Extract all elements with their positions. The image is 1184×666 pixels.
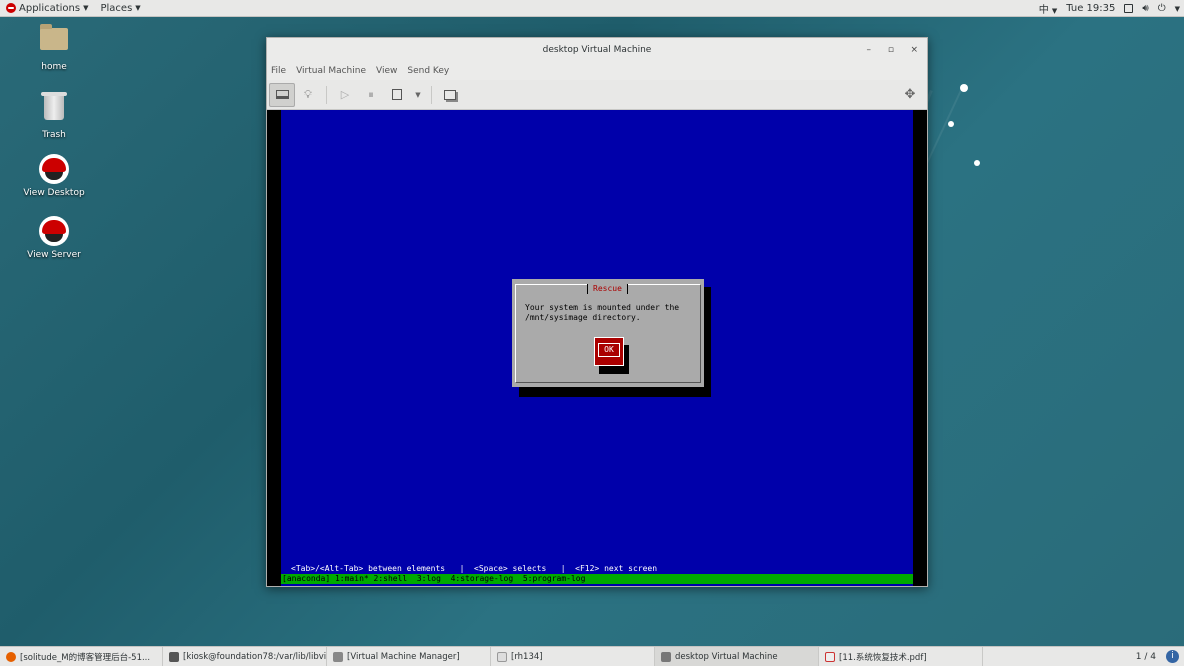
menu-send-key[interactable]: Send Key: [407, 66, 449, 76]
minimize-button[interactable]: –: [867, 38, 872, 62]
terminal-icon: [169, 652, 179, 662]
pause-button[interactable]: ⏸︎: [358, 83, 384, 107]
window-title: desktop Virtual Machine: [542, 45, 652, 55]
show-console-button[interactable]: [269, 82, 295, 107]
taskbar-item-label: [kiosk@foundation78:/var/lib/libvi...: [183, 652, 327, 662]
top-panel: Applications ▼ Places ▼ 中 ▼ Tue 19:35 🔊︎…: [0, 0, 1184, 17]
lightbulb-icon: 💡︎: [304, 87, 312, 101]
shutdown-button[interactable]: [384, 83, 410, 107]
volume-icon[interactable]: 🔊︎: [1142, 3, 1148, 14]
taskbar-item-label: desktop Virtual Machine: [675, 652, 778, 662]
background-glow-dot: [974, 160, 980, 166]
desktop-icon-trash[interactable]: Trash: [14, 92, 94, 140]
vm-window: desktop Virtual Machine – ▫ × File Virtu…: [266, 37, 928, 587]
places-label: Places: [100, 2, 133, 14]
dialog-title: Rescue: [587, 284, 628, 294]
fullscreen-arrows-icon: ✥: [904, 87, 916, 102]
clock[interactable]: Tue 19:35: [1066, 3, 1115, 14]
taskbar-item-label: [11.系统恢复技术.pdf]: [839, 653, 927, 663]
taskbar-item-label: [Virtual Machine Manager]: [347, 652, 460, 662]
maximize-button[interactable]: ▫: [888, 38, 894, 62]
vm-toolbar: 💡︎ ▷ ⏸︎ ▼ ✥: [267, 80, 927, 110]
taskbar-item-terminal[interactable]: [kiosk@foundation78:/var/lib/libvi...: [163, 647, 327, 666]
dialog-frame: Rescue Your system is mounted under the …: [515, 284, 701, 383]
desktop-icon-label: Trash: [42, 130, 66, 140]
taskbar-item-label: [rh134]: [511, 652, 543, 662]
run-button[interactable]: ▷: [332, 83, 358, 107]
desktop-icon-view-desktop[interactable]: View Desktop: [14, 154, 94, 198]
notification-icon[interactable]: i: [1166, 650, 1179, 663]
applications-label: Applications: [19, 2, 81, 14]
redhat-logo-icon: [39, 216, 69, 246]
taskbar-item-pdf[interactable]: [11.系统恢复技术.pdf]: [819, 647, 983, 666]
console-status-bar: [anaconda] 1:main* 2:shell 3:log 4:stora…: [281, 574, 913, 584]
background-glow-dot: [960, 84, 968, 92]
taskbar-item-vm-manager[interactable]: [Virtual Machine Manager]: [327, 647, 491, 666]
virt-manager-icon: [333, 652, 343, 662]
taskbar-item-firefox[interactable]: [solitude_M的博客管理后台-51...: [0, 647, 163, 666]
menu-file[interactable]: File: [271, 66, 286, 76]
menu-virtual-machine[interactable]: Virtual Machine: [296, 66, 366, 76]
power-icon[interactable]: ⏻: [1158, 3, 1166, 14]
vm-titlebar[interactable]: desktop Virtual Machine – ▫ ×: [267, 38, 927, 62]
window-icon[interactable]: [1124, 4, 1134, 13]
taskbar-item-label: [solitude_M的博客管理后台-51...: [20, 653, 151, 663]
shutdown-dropdown-button[interactable]: ▼: [410, 83, 426, 107]
chevron-down-icon: ▼: [415, 90, 421, 99]
chevron-down-icon[interactable]: ▼: [1175, 5, 1180, 13]
taskbar-item-rh134[interactable]: [rh134]: [491, 647, 655, 666]
snapshot-icon: [444, 89, 456, 100]
trash-icon: [41, 92, 67, 120]
monitor-icon: [275, 90, 289, 99]
fullscreen-button[interactable]: ✥: [897, 83, 923, 107]
anaconda-console: Rescue Your system is mounted under the …: [281, 110, 913, 586]
desktop-icon-view-server[interactable]: View Server: [14, 216, 94, 260]
workspace-indicator[interactable]: 1 / 4: [1136, 647, 1156, 666]
background-glow-dot: [948, 121, 954, 127]
vm-menubar: File Virtual Machine View Send Key: [267, 62, 927, 80]
desktop-icon-home[interactable]: home: [14, 24, 94, 72]
applications-menu[interactable]: Applications ▼: [0, 0, 94, 17]
places-menu[interactable]: Places ▼: [94, 0, 146, 17]
pdf-icon: [825, 652, 835, 662]
console-help-line: <Tab>/<Alt-Tab> between elements | <Spac…: [291, 564, 658, 573]
toolbar-separator: [431, 85, 432, 104]
home-folder-icon: [40, 24, 68, 50]
ok-button-label: OK: [598, 343, 620, 357]
redhat-icon: [6, 3, 16, 13]
redhat-logo-icon: [39, 154, 69, 184]
snapshots-button[interactable]: [437, 83, 463, 107]
power-icon: [392, 89, 402, 100]
virt-manager-icon: [661, 652, 671, 662]
chevron-down-icon: ▼: [135, 4, 141, 12]
pause-icon: ⏸︎: [368, 87, 374, 101]
toolbar-separator: [326, 85, 327, 104]
desktop-icon-label: home: [41, 62, 67, 72]
ok-button[interactable]: OK: [594, 337, 624, 366]
show-details-button[interactable]: 💡︎: [295, 83, 321, 107]
desktop-icon-label: View Server: [27, 250, 81, 260]
chevron-down-icon: ▼: [1051, 7, 1058, 15]
input-method-indicator[interactable]: 中 ▼: [1039, 1, 1058, 16]
document-icon: [497, 652, 507, 662]
vm-console-display[interactable]: Rescue Your system is mounted under the …: [267, 110, 927, 586]
desktop-icon-label: View Desktop: [23, 188, 85, 198]
chevron-down-icon: ▼: [83, 4, 89, 12]
menu-view[interactable]: View: [376, 66, 397, 76]
taskbar-item-desktop-vm[interactable]: desktop Virtual Machine: [655, 647, 819, 666]
firefox-icon: [6, 652, 16, 662]
dialog-message: Your system is mounted under the /mnt/sy…: [525, 303, 680, 322]
close-button[interactable]: ×: [910, 38, 918, 62]
rescue-dialog: Rescue Your system is mounted under the …: [512, 279, 704, 387]
taskbar: [solitude_M的博客管理后台-51... [kiosk@foundati…: [0, 646, 1184, 666]
play-icon: ▷: [340, 88, 350, 101]
